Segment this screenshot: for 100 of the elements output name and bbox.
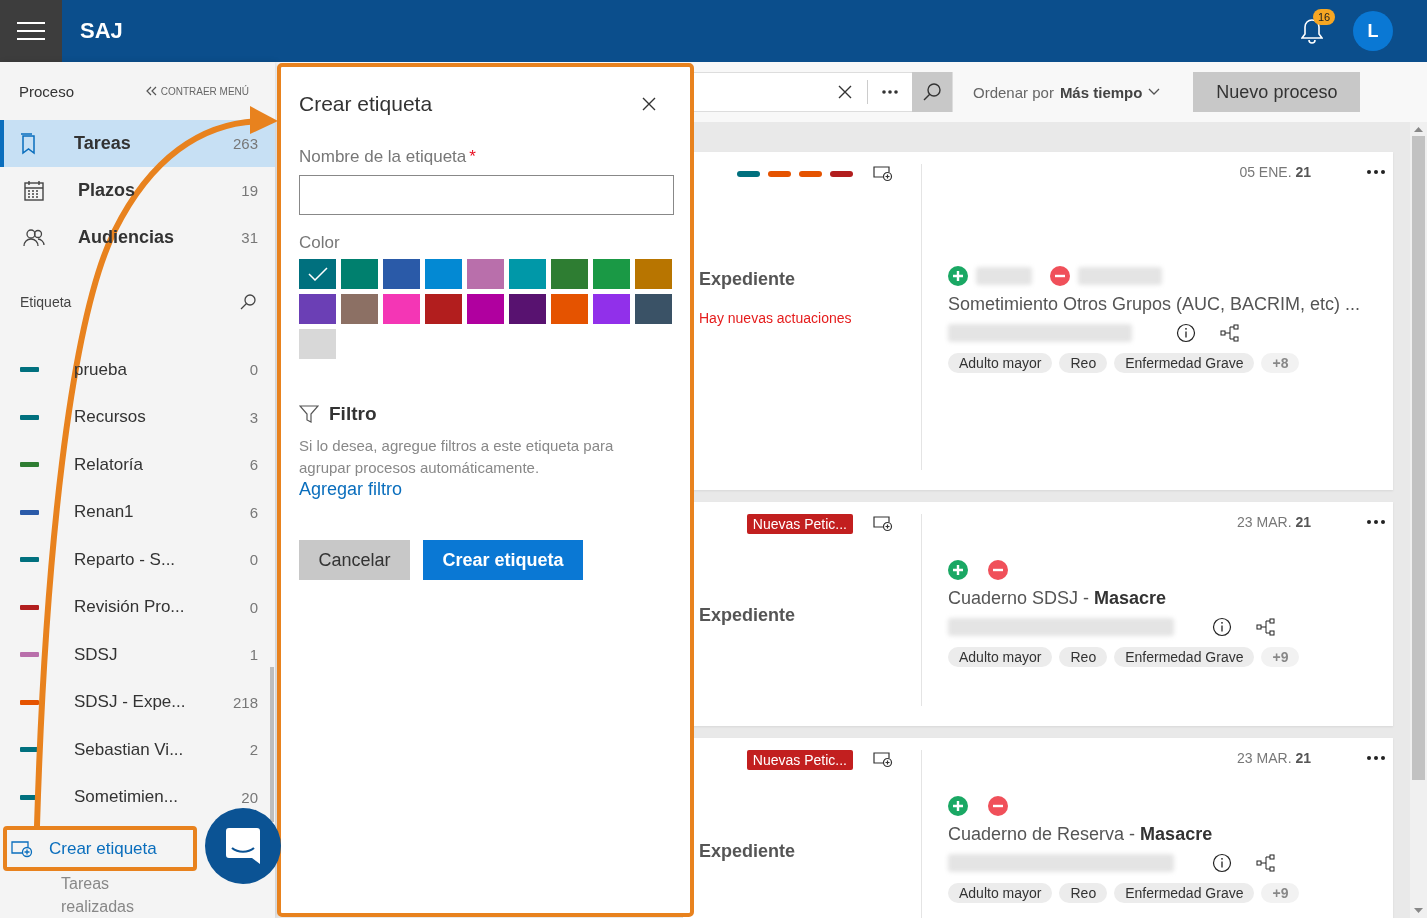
close-icon[interactable] bbox=[642, 97, 656, 111]
color-swatch[interactable] bbox=[341, 294, 378, 324]
info-icon[interactable] bbox=[1212, 853, 1232, 873]
chevron-down-icon bbox=[1148, 88, 1161, 96]
search-icon bbox=[922, 82, 942, 102]
search-icon[interactable] bbox=[240, 294, 256, 310]
label-item[interactable]: SDSJ - Expe... 218 bbox=[0, 678, 275, 726]
info-icon[interactable] bbox=[1176, 323, 1196, 343]
color-swatch[interactable] bbox=[593, 294, 630, 324]
case-type: Expediente bbox=[699, 604, 797, 626]
process-title: Cuaderno SDSJ - Masacre bbox=[948, 588, 1168, 609]
color-swatch[interactable] bbox=[425, 259, 462, 289]
hierarchy-icon[interactable] bbox=[1220, 323, 1240, 343]
minus-circle-icon[interactable] bbox=[988, 796, 1008, 816]
process-title: Cuaderno de Reserva - Masacre bbox=[948, 824, 1214, 845]
label-item[interactable]: Sometimien... 20 bbox=[0, 773, 275, 821]
cancel-button[interactable]: Cancelar bbox=[299, 540, 410, 580]
notice-text: Hay nuevas actuaciones bbox=[699, 309, 853, 326]
label-item[interactable]: Reparto - S... 0 bbox=[0, 536, 275, 584]
plus-circle-icon[interactable] bbox=[948, 266, 968, 286]
plus-circle-icon[interactable] bbox=[948, 796, 968, 816]
process-title: Sometimiento Otros Grupos (AUC, BACRIM, etc) ... bbox=[948, 294, 1362, 315]
tag: Reo bbox=[1059, 647, 1108, 667]
menu-icon bbox=[17, 22, 45, 40]
more-icon[interactable] bbox=[1367, 756, 1385, 760]
label-item[interactable]: Recursos 3 bbox=[0, 393, 275, 441]
create-label-button[interactable]: Crear etiqueta bbox=[423, 540, 583, 580]
case-type: Expediente bbox=[699, 840, 797, 862]
add-label-icon[interactable] bbox=[873, 752, 893, 768]
tag: Enfermedad Grave bbox=[1114, 883, 1255, 903]
color-swatch[interactable] bbox=[425, 294, 462, 324]
label-badge: Nuevas Petic... bbox=[746, 750, 853, 770]
color-swatch[interactable] bbox=[383, 294, 420, 324]
color-swatch[interactable] bbox=[551, 259, 588, 289]
color-swatch[interactable] bbox=[509, 259, 546, 289]
color-swatch[interactable] bbox=[509, 294, 546, 324]
tag: Reo bbox=[1059, 353, 1108, 373]
color-swatch[interactable] bbox=[467, 294, 504, 324]
description-text: Si lo desea, agregue filtros a este etiqueta para agrupar procesos automáticamente. bbox=[299, 436, 615, 478]
more-icon[interactable] bbox=[1367, 170, 1385, 174]
scroll-down-icon[interactable] bbox=[1414, 908, 1423, 914]
minus-circle-icon[interactable] bbox=[988, 560, 1008, 580]
menu-button[interactable] bbox=[0, 0, 62, 62]
nav-item[interactable]: Plazos 19 bbox=[0, 167, 275, 214]
color-swatch[interactable] bbox=[341, 259, 378, 289]
nav-item[interactable]: Tareas 263 bbox=[0, 120, 275, 167]
color-swatch[interactable] bbox=[635, 259, 672, 289]
user-avatar[interactable]: L bbox=[1353, 11, 1393, 51]
color-swatch[interactable] bbox=[383, 259, 420, 289]
create-label-link[interactable]: Crear etiqueta bbox=[7, 838, 157, 859]
add-label-icon[interactable] bbox=[873, 516, 893, 532]
double-chevron-icon bbox=[145, 86, 157, 96]
tag: Adulto mayor bbox=[948, 883, 1053, 903]
process-card[interactable]: Nuevas Petic... Expediente 23 MAR. 21 Cuaderno de Reserva - Masacre Adulto mayor Reo Enfermedad Grave +9 bbox=[683, 738, 1393, 918]
tag: Reo bbox=[1059, 883, 1108, 903]
more-icon[interactable] bbox=[1367, 520, 1385, 524]
dialog-title: Crear etiqueta bbox=[299, 92, 433, 116]
collapse-menu-button[interactable]: CONTRAER MENÚ bbox=[145, 85, 249, 97]
section-title: Etiqueta bbox=[20, 294, 72, 310]
minus-circle-icon[interactable] bbox=[1050, 266, 1070, 286]
label-item[interactable]: Renan1 6 bbox=[0, 488, 275, 536]
date-text: 23 MAR. 21 bbox=[1237, 750, 1311, 766]
label-name-field[interactable] bbox=[299, 175, 674, 215]
tag: Adulto mayor bbox=[948, 647, 1053, 667]
section-title: Filtro bbox=[329, 403, 377, 425]
sort-dropdown[interactable]: Ordenar por Más tiempo bbox=[973, 83, 1161, 101]
filter-icon bbox=[299, 404, 319, 424]
people-icon bbox=[23, 227, 45, 248]
hierarchy-icon[interactable] bbox=[1256, 853, 1276, 873]
add-label-icon[interactable] bbox=[873, 166, 893, 182]
scrollbar[interactable] bbox=[1410, 122, 1427, 918]
color-swatch[interactable] bbox=[299, 259, 336, 289]
hierarchy-icon[interactable] bbox=[1256, 617, 1276, 637]
color-swatch[interactable] bbox=[551, 294, 588, 324]
label-item[interactable]: Sebastian Vi... 2 bbox=[0, 726, 275, 774]
field-label: Color bbox=[299, 233, 341, 253]
date-text: 23 MAR. 21 bbox=[1237, 514, 1311, 530]
chat-icon bbox=[226, 828, 260, 864]
label-item[interactable]: Relatoría 6 bbox=[0, 441, 275, 489]
color-swatch[interactable] bbox=[467, 259, 504, 289]
case-type: Expediente bbox=[699, 268, 797, 290]
color-swatch[interactable] bbox=[593, 259, 630, 289]
more-icon[interactable] bbox=[882, 90, 898, 94]
color-swatch[interactable] bbox=[635, 294, 672, 324]
label-badge: Nuevas Petic... bbox=[746, 514, 853, 534]
clear-icon[interactable] bbox=[837, 84, 853, 100]
scroll-up-icon[interactable] bbox=[1414, 126, 1423, 132]
add-filter-link[interactable]: Agregar filtro bbox=[299, 479, 403, 500]
plus-circle-icon[interactable] bbox=[948, 560, 968, 580]
color-swatch[interactable] bbox=[299, 329, 336, 359]
check-icon bbox=[307, 267, 328, 281]
label-item[interactable]: SDSJ 1 bbox=[0, 631, 275, 679]
new-process-button[interactable]: Nuevo proceso bbox=[1193, 72, 1361, 112]
tag: Adulto mayor bbox=[948, 353, 1053, 373]
color-swatch[interactable] bbox=[299, 294, 336, 324]
search-button[interactable] bbox=[912, 72, 952, 112]
app-title: SAJ bbox=[80, 18, 123, 44]
label-item[interactable]: Revisión Pro... 0 bbox=[0, 583, 275, 631]
info-icon[interactable] bbox=[1212, 617, 1232, 637]
tag: Enfermedad Grave bbox=[1114, 353, 1255, 373]
